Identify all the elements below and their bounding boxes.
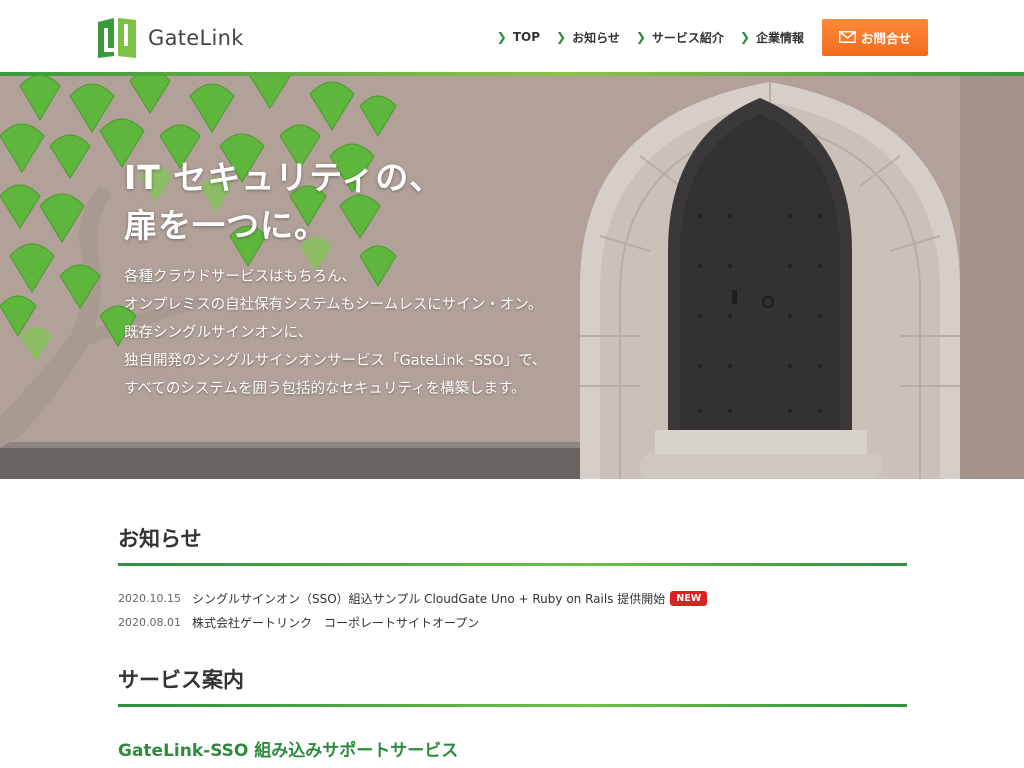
news-section-rule [118,563,907,566]
hero-title-line: 扉を一つに。 [124,206,328,245]
logo[interactable]: GateLink [96,16,244,60]
contact-label: お問合せ [860,30,911,46]
hero-banner: IT セキュリティの、 扉を一つに。 各種クラウドサービスはもちろん、 オンプレ… [0,76,1024,479]
chevron-right-icon: ❯ [496,30,507,44]
nav-label: お知らせ [572,30,620,45]
hero-title-line: IT セキュリティの、 [124,158,444,197]
nav-news[interactable]: ❯ お知らせ [556,29,620,46]
hero-text: IT セキュリティの、 扉を一つに。 各種クラウドサービスはもちろん、 オンプレ… [124,154,547,403]
main-nav: ❯ TOP ❯ お知らせ ❯ サービス紹介 ❯ 企業情報 お問合せ [481,18,928,56]
news-date: 2020.10.15 [118,592,181,605]
hero-line: 独自開発のシングルサインオンサービス「GateLink -SSO」で、 [124,353,547,369]
nav-label: 企業情報 [755,30,804,45]
news-item[interactable]: 2020.10.15 シングルサインオン（SSO）組込サンプル CloudGat… [118,590,708,607]
chevron-right-icon: ❯ [635,30,646,44]
nav-company[interactable]: ❯ 企業情報 [740,29,804,46]
hero-title: IT セキュリティの、 扉を一つに。 [124,154,547,250]
news-title-link[interactable]: シングルサインオン（SSO）組込サンプル CloudGate Uno + Rub… [192,590,665,607]
hero-line: オンプレミスの自社保有システムもシームレスにサイン・オン。 [124,297,543,313]
logo-text: GateLink [148,26,244,50]
mail-icon [838,31,856,43]
nav-label: TOP [512,30,541,44]
news-date: 2020.08.01 [118,616,181,629]
site-header: GateLink ❯ TOP ❯ お知らせ ❯ サービス紹介 ❯ 企業情報 お問… [0,0,1024,74]
news-item[interactable]: 2020.08.01 株式会社ゲートリンク コーポレートサイトオープン [118,614,479,631]
chevron-right-icon: ❯ [556,30,567,44]
hero-description: 各種クラウドサービスはもちろん、 オンプレミスの自社保有システムもシームレスにサ… [124,263,547,403]
hero-line: すべてのシステムを囲う包括的なセキュリティを構築します。 [124,381,526,397]
hero-line: 各種クラウドサービスはもちろん、 [124,269,356,285]
nav-top[interactable]: ❯ TOP [497,30,540,44]
contact-button[interactable]: お問合せ [822,18,928,56]
services-section-title: サービス案内 [118,668,244,692]
chevron-right-icon: ❯ [739,30,750,44]
news-section-title: お知らせ [118,527,202,551]
nav-services[interactable]: ❯ サービス紹介 [636,29,724,46]
news-title-link[interactable]: 株式会社ゲートリンク コーポレートサイトオープン [192,614,479,631]
hero-line: 既存シングルサインオンに、 [124,325,313,341]
service-heading-link[interactable]: GateLink-SSO 組み込みサポートサービス [118,736,458,761]
nav-label: サービス紹介 [651,30,724,45]
new-badge: NEW [670,591,708,606]
services-section-rule [118,704,907,707]
gatelink-logo-icon [98,18,136,58]
